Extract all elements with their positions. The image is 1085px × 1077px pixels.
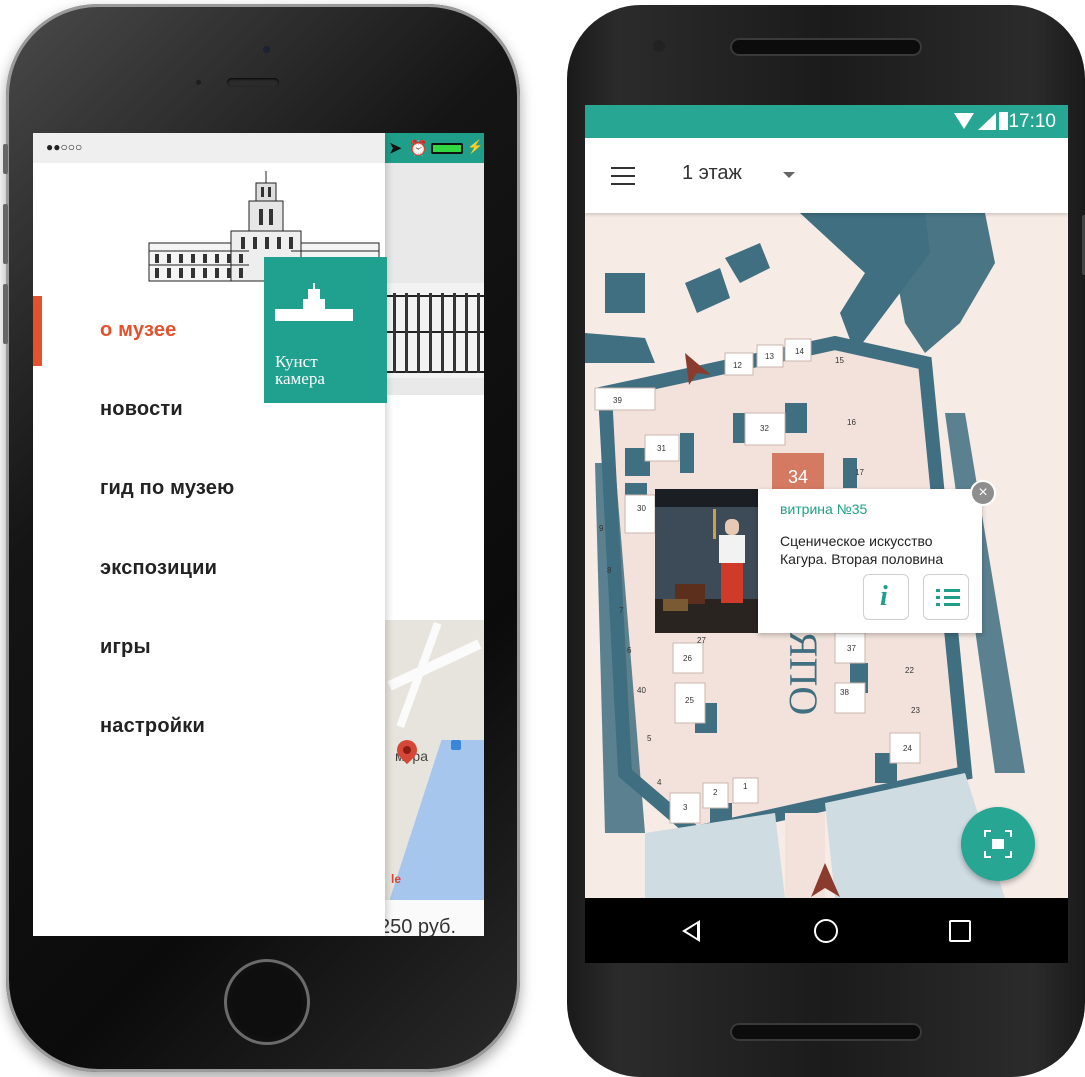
svg-text:26: 26 [683,654,692,663]
android-nav-bar [585,898,1068,963]
proximity-sensor [196,80,201,85]
showcase-photo[interactable] [655,489,758,633]
museum-logo-icon [275,283,353,321]
svg-text:22: 22 [905,666,914,675]
svg-text:24: 24 [903,744,912,753]
menu-icon[interactable] [611,167,635,185]
list-button[interactable] [923,574,969,620]
bottom-speaker [730,1023,922,1041]
home-icon[interactable] [814,919,838,943]
signal-strength-icon: ●●○○○ [46,140,83,154]
svg-text:3: 3 [683,803,688,812]
ios-screen: ➤ ⏰ ⚡ мера le 250 руб. ●● [33,133,484,936]
logo-text: Кунст камера [275,352,325,388]
back-icon[interactable] [682,920,700,942]
navigation-drawer: ●●○○○ Кунст камера о музее новости гид п… [33,133,387,936]
svg-text:9: 9 [599,524,604,533]
svg-text:12: 12 [733,361,742,370]
mute-switch [3,144,8,174]
info-icon: i [880,581,888,612]
scan-image-icon [984,830,1012,858]
battery-icon [999,112,1008,130]
wifi-icon [954,113,974,129]
info-button[interactable]: i [863,574,909,620]
cellular-icon [978,113,996,130]
status-time: 17:10 [1008,111,1056,132]
hall-lettering: ЯПО [781,631,826,715]
svg-text:31: 31 [657,444,666,453]
background-map: мера le [385,620,484,900]
location-icon: ➤ [389,140,402,157]
charging-icon: ⚡ [467,139,484,154]
svg-text:23: 23 [911,706,920,715]
google-logo: le [391,872,402,886]
svg-text:6: 6 [627,646,632,655]
svg-text:30: 30 [637,504,646,513]
scan-button[interactable] [961,807,1035,881]
popup-title: витрина №35 [780,501,868,517]
volume-up-button [3,204,8,264]
close-popup-button[interactable]: × [970,480,996,506]
ios-status-right: ➤ ⏰ ⚡ [385,133,484,163]
floor-selector[interactable]: 1 этаж [682,162,742,185]
android-screen: 17:10 1 этаж 34 12 13 14 39 31 32 30 26 … [585,105,1068,963]
svg-text:8: 8 [607,566,612,575]
svg-text:7: 7 [619,606,624,615]
menu-item-guide[interactable]: гид по музею [100,477,234,500]
popup-description: Сценическое искусство Кагура. Вторая пол… [780,533,944,567]
top-speaker [730,38,922,56]
alarm-icon: ⏰ [409,140,428,157]
menu-item-settings[interactable]: настройки [100,715,205,738]
svg-text:25: 25 [685,696,694,705]
price-bar: 250 руб. [385,900,484,936]
menu-item-expositions[interactable]: экспозиции [100,557,217,580]
menu-item-about[interactable]: о музее [100,319,177,342]
kunstkamera-logo: Кунст камера [264,257,387,403]
menu-item-games[interactable]: игры [100,636,151,659]
front-camera [653,40,665,52]
dropdown-arrow-icon[interactable] [783,172,795,178]
svg-text:1: 1 [743,782,748,791]
svg-text:4: 4 [657,778,662,787]
svg-text:5: 5 [647,734,652,743]
recent-apps-icon[interactable] [949,920,971,942]
svg-text:40: 40 [637,686,646,695]
building-drawing [385,283,484,378]
room-34-label: 34 [788,467,808,487]
svg-text:37: 37 [847,644,856,653]
showcase-popup: витрина №35 Сценическое искусство Кагура… [758,489,982,633]
svg-text:2: 2 [713,788,718,797]
battery-icon [431,143,463,154]
volume-down-button [3,284,8,344]
app-bar: 1 этаж [585,138,1068,213]
price-text: 250 руб. [385,916,457,936]
android-status-bar: 17:10 [585,105,1068,138]
background-app: ➤ ⏰ ⚡ мера le 250 руб. [385,133,484,936]
menu-item-news[interactable]: новости [100,398,183,421]
front-camera [263,46,270,53]
svg-text:32: 32 [760,424,769,433]
svg-text:13: 13 [765,352,774,361]
ios-status-bar: ●●○○○ [33,133,385,163]
bus-stop-icon [451,740,461,750]
svg-text:14: 14 [795,347,804,356]
svg-text:15: 15 [835,356,844,365]
home-button[interactable] [224,959,310,1045]
background-content [385,395,484,620]
earpiece-speaker [227,78,279,87]
svg-text:38: 38 [840,688,849,697]
active-menu-indicator [33,296,42,366]
svg-text:16: 16 [847,418,856,427]
svg-text:17: 17 [855,468,864,477]
svg-text:39: 39 [613,396,622,405]
svg-text:27: 27 [697,636,706,645]
